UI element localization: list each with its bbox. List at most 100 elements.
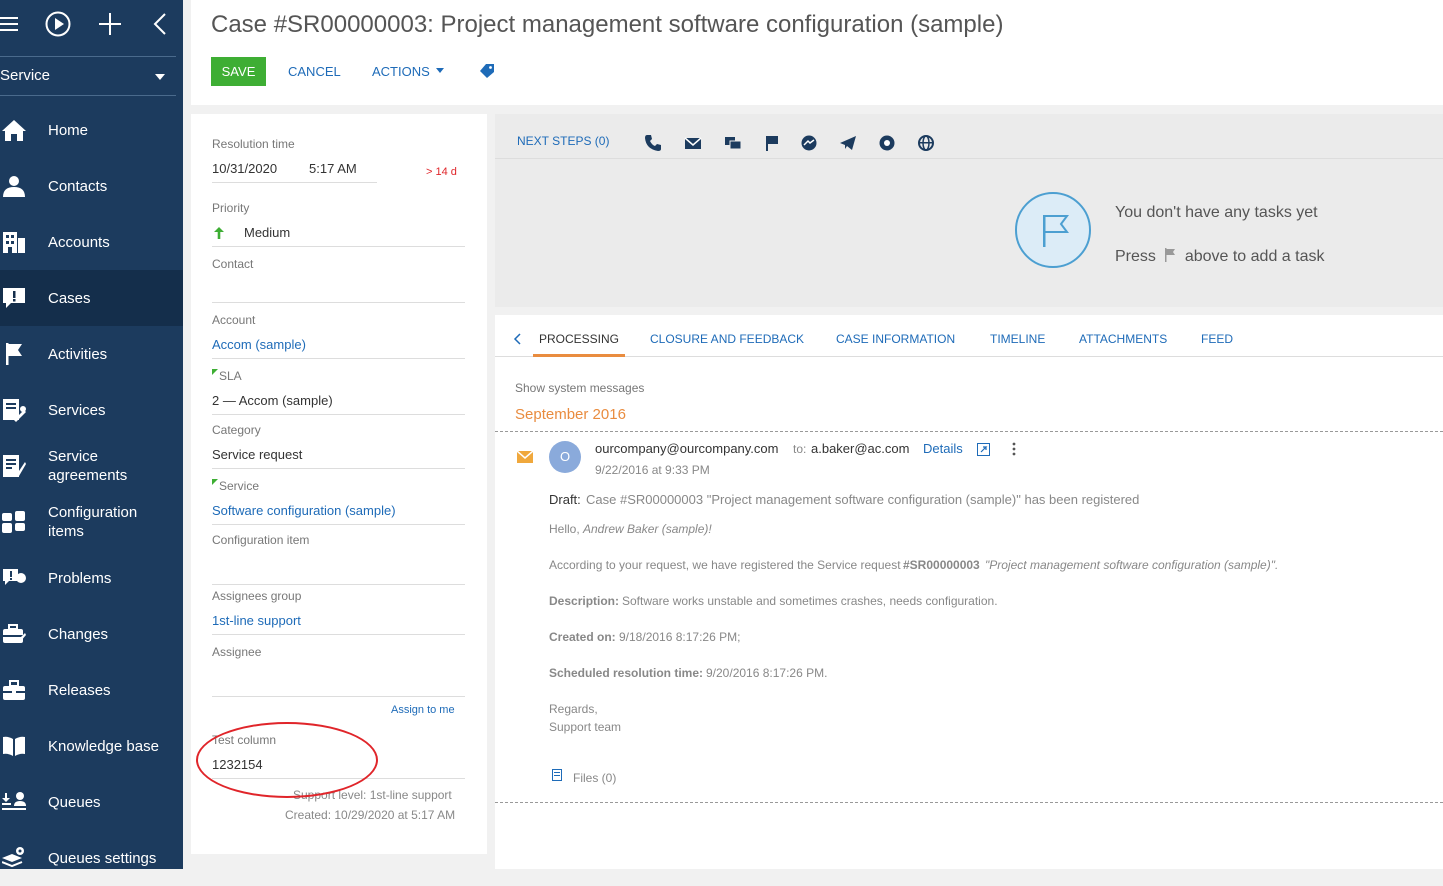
- sidebar-item-label: Service agreements: [48, 448, 128, 484]
- sla-value[interactable]: 2 — Accom (sample): [212, 393, 465, 415]
- sidebar-item-services[interactable]: Services: [0, 382, 183, 438]
- resolution-time-value[interactable]: 10/31/2020 5:17 AM: [212, 161, 377, 183]
- sidebar-item-queues-settings[interactable]: Queues settings: [0, 830, 183, 886]
- category-value[interactable]: Service request: [212, 447, 465, 469]
- section-selector[interactable]: Service: [0, 56, 176, 96]
- tab-bar: PROCESSING CLOSURE AND FEEDBACK CASE INF…: [495, 315, 1443, 357]
- email-icon[interactable]: [684, 134, 702, 152]
- assign-to-me-link[interactable]: Assign to me: [391, 704, 455, 716]
- chat-icon[interactable]: [724, 134, 742, 152]
- page-header: Case #SR00000003: Project management sof…: [191, 0, 1443, 105]
- sidebar-item-problems[interactable]: Problems: [0, 550, 183, 606]
- telegram-icon[interactable]: [839, 134, 857, 152]
- sidebar-item-service-agreements[interactable]: Service agreements: [0, 438, 183, 494]
- hint-post: above to add a task: [1184, 248, 1325, 265]
- grid-icon: [2, 511, 25, 533]
- show-system-messages-toggle[interactable]: Show system messages: [515, 381, 644, 395]
- sidebar-item-contacts[interactable]: Contacts: [0, 158, 183, 214]
- email-line-1: According to your request, we have regis…: [549, 558, 901, 572]
- open-external-icon[interactable]: [977, 443, 990, 456]
- call-icon[interactable]: [644, 134, 662, 152]
- resolution-time[interactable]: 5:17 AM: [309, 161, 357, 176]
- email-to-label: to:: [793, 442, 807, 456]
- field-label: Contact: [212, 257, 254, 271]
- email-to: a.baker@ac.com: [811, 441, 910, 456]
- configuration-item-value[interactable]: [212, 563, 465, 585]
- account-value[interactable]: Accom (sample): [212, 337, 465, 359]
- sidebar-item-home[interactable]: Home: [0, 102, 183, 158]
- next-steps-bar: NEXT STEPS (0): [495, 114, 1443, 159]
- menu-icon[interactable]: [0, 16, 18, 37]
- sidebar-item-label: Services: [48, 401, 106, 419]
- next-steps-label[interactable]: NEXT STEPS (0): [517, 134, 609, 148]
- cancel-button[interactable]: CANCEL: [288, 64, 341, 79]
- whatsapp-icon[interactable]: [878, 134, 896, 152]
- sidebar: Service Home Contacts Accounts Cases Act…: [0, 0, 183, 869]
- created-value: 9/18/2016 8:17:26 PM;: [619, 630, 741, 644]
- details-link[interactable]: Details: [923, 441, 963, 456]
- tab-timeline[interactable]: TIMELINE: [990, 332, 1045, 346]
- tab-attachments[interactable]: ATTACHMENTS: [1079, 332, 1167, 346]
- overdue-badge: > 14 d: [426, 166, 457, 178]
- sidebar-item-label: Cases: [48, 289, 91, 307]
- plus-icon[interactable]: [99, 13, 121, 40]
- tag-icon[interactable]: [480, 64, 494, 78]
- sidebar-item-label: Accounts: [48, 233, 110, 251]
- tab-closure-and-feedback[interactable]: CLOSURE AND FEEDBACK: [650, 332, 804, 346]
- empty-tasks-illustration: [1015, 192, 1091, 268]
- sidebar-item-configuration-items[interactable]: Configuration items: [0, 494, 183, 550]
- flag-icon: [1043, 215, 1069, 247]
- service-value[interactable]: Software configuration (sample): [212, 503, 465, 525]
- service-field: Service Software configuration (sample): [212, 479, 465, 525]
- chevron-left-icon[interactable]: [513, 333, 521, 345]
- sla-field: SLA 2 — Accom (sample): [212, 369, 465, 415]
- exclamation-bubble-icon: [3, 288, 25, 308]
- support-level-text: Support level: 1st-line support: [293, 788, 452, 802]
- field-label: Assignees group: [212, 589, 302, 603]
- assignees-group-value[interactable]: 1st-line support: [212, 613, 465, 635]
- sidebar-item-queues[interactable]: Queues: [0, 774, 183, 830]
- field-label: Priority: [212, 201, 250, 215]
- empty-tasks-title: You don't have any tasks yet: [1115, 204, 1318, 221]
- sidebar-item-activities[interactable]: Activities: [0, 326, 183, 382]
- field-label: Resolution time: [212, 137, 295, 151]
- case-fields-panel: Resolution time 10/31/2020 5:17 AM > 14 …: [191, 114, 487, 854]
- play-circle-icon[interactable]: [45, 11, 71, 42]
- sidebar-item-releases[interactable]: Releases: [0, 662, 183, 718]
- save-button[interactable]: SAVE: [211, 57, 266, 86]
- draft-subject: Case #SR00000003 "Project management sof…: [586, 492, 1140, 507]
- person-icon: [3, 176, 25, 197]
- sidebar-item-accounts[interactable]: Accounts: [0, 214, 183, 270]
- flag-icon[interactable]: [763, 134, 781, 152]
- files-link[interactable]: Files (0): [573, 771, 616, 785]
- case-tabs-panel: PROCESSING CLOSURE AND FEEDBACK CASE INF…: [495, 315, 1443, 869]
- sidebar-item-label: Problems: [48, 569, 112, 587]
- empty-tasks-hint: Press above to add a task: [1115, 248, 1324, 266]
- tab-case-information[interactable]: CASE INFORMATION: [836, 332, 955, 346]
- field-label: Configuration item: [212, 533, 310, 547]
- email-icon: [517, 451, 533, 463]
- field-label: SLA: [219, 369, 242, 383]
- required-marker: [212, 479, 218, 485]
- field-label: Category: [212, 423, 261, 437]
- tab-feed[interactable]: FEED: [1201, 332, 1233, 346]
- chevron-left-icon[interactable]: [153, 12, 167, 41]
- more-vertical-icon[interactable]: [1012, 442, 1016, 456]
- account-field: Account Accom (sample): [212, 313, 465, 359]
- tab-processing[interactable]: PROCESSING: [532, 332, 626, 357]
- briefcase-icon: [3, 624, 26, 643]
- priority-value[interactable]: Medium: [212, 225, 465, 247]
- sidebar-item-cases[interactable]: Cases: [0, 270, 183, 326]
- resolution-date[interactable]: 10/31/2020: [212, 161, 277, 176]
- actions-menu-button[interactable]: ACTIONS: [372, 64, 445, 79]
- page-title: Case #SR00000003: Project management sof…: [211, 11, 1004, 38]
- test-column-value[interactable]: 1232154: [212, 757, 465, 779]
- messenger-icon[interactable]: [800, 134, 818, 152]
- contact-value[interactable]: [212, 281, 465, 303]
- sidebar-item-changes[interactable]: Changes: [0, 606, 183, 662]
- wrench-doc-icon: [3, 399, 26, 422]
- globe-icon[interactable]: [917, 134, 935, 152]
- sidebar-item-knowledge-base[interactable]: Knowledge base: [0, 718, 183, 774]
- assignee-value[interactable]: [212, 675, 465, 697]
- flag-icon: [1165, 248, 1176, 262]
